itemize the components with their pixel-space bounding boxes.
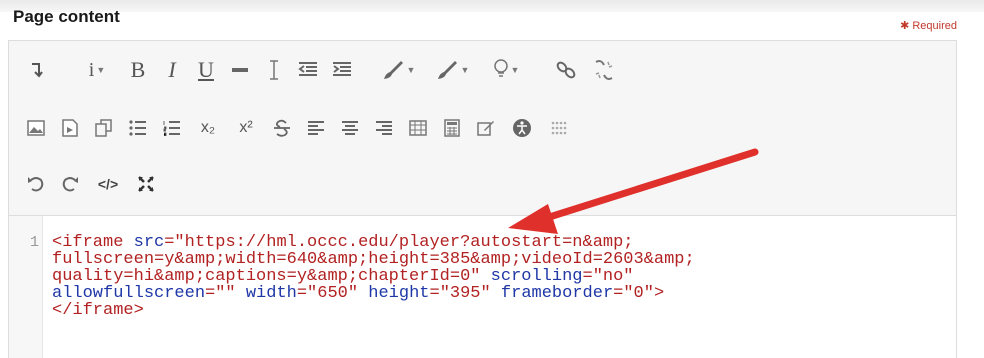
toolbar-row-3: </> (23, 170, 159, 198)
code-line: fullscreen=y&amp;width=640&amp;height=38… (52, 251, 695, 268)
numbered-list-icon[interactable] (159, 114, 185, 142)
align-right-icon[interactable] (371, 114, 397, 142)
font-color-brush-icon[interactable]: ▼ (375, 56, 421, 84)
collapse-icon[interactable] (23, 56, 49, 84)
background-color-brush-icon[interactable]: ▼ (429, 56, 475, 84)
align-center-icon[interactable] (337, 114, 363, 142)
outdent-icon[interactable] (295, 56, 321, 84)
underline-button[interactable]: U (193, 56, 219, 84)
code-token-attr: height (368, 284, 430, 303)
editor-toolbar: i ▼ B I U ▼ ▼ ▼ x₂ x² </> (8, 40, 957, 216)
indent-icon[interactable] (329, 56, 355, 84)
code-line: </iframe> (52, 302, 695, 319)
text-cursor-icon[interactable] (261, 56, 287, 84)
undo-icon[interactable] (23, 170, 49, 198)
link-icon[interactable] (551, 56, 581, 84)
code-line: <iframe src="https://hml.occc.edu/player… (52, 234, 695, 251)
table-icon[interactable] (405, 114, 431, 142)
code-token-str: ="395" (429, 284, 501, 303)
code-line: quality=hi&amp;captions=y&amp;chapterId=… (52, 268, 695, 285)
code-token-attr: width (245, 284, 297, 303)
lightbulb-icon[interactable]: ▼ (483, 56, 529, 84)
toolbar-row-1: i ▼ B I U ▼ ▼ ▼ (23, 56, 619, 84)
code-token-str: ="" (205, 284, 246, 303)
align-left-icon[interactable] (303, 114, 329, 142)
bullet-list-icon[interactable] (125, 114, 151, 142)
toolbar-row-2: x₂ x² (23, 114, 575, 142)
copy-icon[interactable] (91, 114, 117, 142)
bold-button[interactable]: B (125, 56, 151, 84)
superscript-button[interactable]: x² (231, 114, 261, 142)
code-token-str: ="650" (296, 284, 369, 303)
code-line: allowfullscreen="" width="650" height="3… (52, 285, 695, 302)
field-label-page-content: Page content (13, 7, 120, 26)
line-number: 1 (29, 234, 39, 251)
code-editor[interactable]: 1 <iframe src="https://hml.occc.edu/play… (8, 216, 957, 358)
image-icon[interactable] (23, 114, 49, 142)
code-token-attr: frameborder (500, 284, 614, 303)
required-indicator: ✱ Required (900, 20, 957, 32)
calculator-icon[interactable] (439, 114, 465, 142)
edit-icon[interactable] (473, 114, 499, 142)
info-icon[interactable]: i ▼ (77, 56, 117, 84)
horizontal-rule-icon[interactable] (227, 56, 253, 84)
top-band (0, 0, 984, 12)
code-token-str: ="0"> (613, 284, 665, 303)
redo-icon[interactable] (57, 170, 83, 198)
subscript-button[interactable]: x₂ (193, 114, 223, 142)
code-content[interactable]: <iframe src="https://hml.occc.edu/player… (52, 234, 695, 319)
code-token-tag: </iframe> (52, 301, 144, 320)
unlink-icon[interactable] (589, 56, 619, 84)
strikethrough-icon[interactable] (269, 114, 295, 142)
fullscreen-icon[interactable] (133, 170, 159, 198)
line-number-gutter: 1 (9, 216, 43, 358)
accessibility-icon[interactable] (507, 114, 537, 142)
grid-icon[interactable] (545, 114, 575, 142)
italic-button[interactable]: I (159, 56, 185, 84)
media-icon[interactable] (57, 114, 83, 142)
html-source-button[interactable]: </> (91, 170, 125, 198)
